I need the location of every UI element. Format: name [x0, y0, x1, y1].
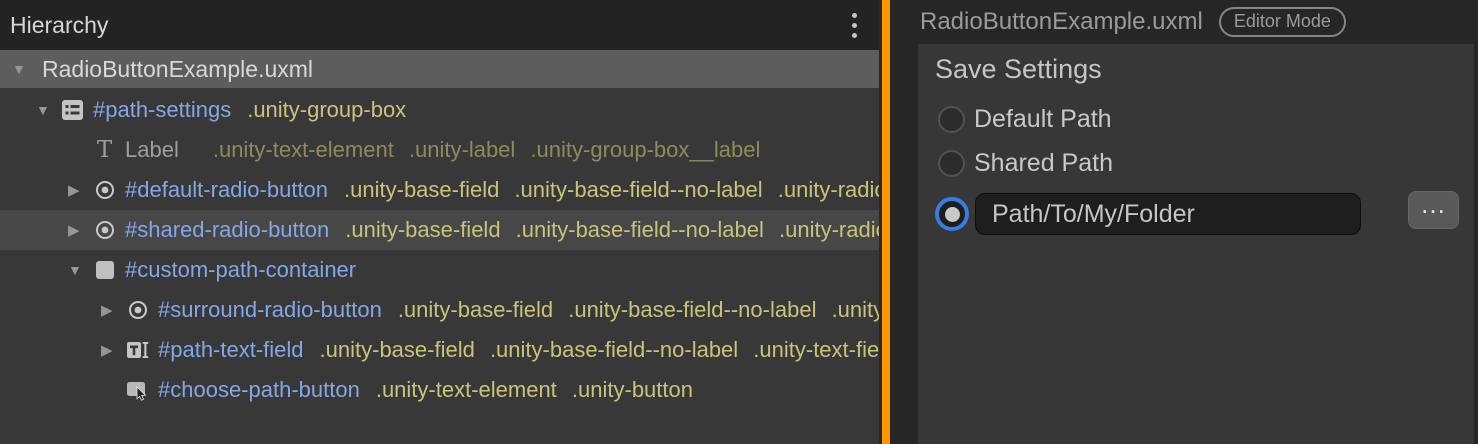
element-classes: .unity-base-field .unity-base-field--no-… [398, 297, 879, 323]
preview-panel: RadioButtonExample.uxml Editor Mode Save… [890, 0, 1478, 444]
preview-header: RadioButtonExample.uxml Editor Mode [890, 0, 1478, 44]
chevron-right-icon[interactable]: ▶ [68, 221, 92, 239]
element-name: #default-radio-button [125, 177, 328, 203]
save-settings-heading: Save Settings [935, 54, 1102, 85]
radio-unchecked-icon[interactable] [938, 150, 965, 177]
editor-mode-badge: Editor Mode [1219, 7, 1346, 37]
hierarchy-tree: ▼ #path-settings .unity-group-box T Labe… [0, 88, 879, 410]
chevron-right-icon[interactable]: ▶ [101, 341, 125, 359]
group-box-icon [60, 98, 85, 122]
chevron-down-icon[interactable]: ▼ [36, 102, 60, 118]
radio-unchecked-icon[interactable] [938, 106, 965, 133]
visual-element-icon [92, 258, 117, 282]
element-classes: .unity-text-element .unity-button [376, 377, 693, 403]
custom-path-option [918, 193, 1361, 235]
path-input[interactable] [975, 193, 1361, 235]
panel-splitter[interactable] [882, 0, 890, 444]
tree-item-surround-radio-button[interactable]: ▶ #surround-radio-button .unity-base-fie… [0, 290, 879, 330]
element-name: #path-text-field [158, 337, 304, 363]
tree-root-label: RadioButtonExample.uxml [42, 56, 313, 83]
chevron-down-icon[interactable]: ▼ [68, 262, 92, 278]
hierarchy-panel: Hierarchy ▼ RadioButtonExample.uxml ▼ #p… [0, 0, 882, 444]
design-canvas: Save Settings Default Path Shared Path .… [918, 44, 1474, 444]
tree-item-custom-path-container[interactable]: ▼ #custom-path-container [0, 250, 879, 290]
element-name: #choose-path-button [158, 377, 360, 403]
radio-button-icon [125, 298, 150, 322]
tree-item-choose-path-button[interactable]: #choose-path-button .unity-text-element … [0, 370, 879, 410]
element-classes: .unity-base-field .unity-base-field--no-… [344, 177, 879, 203]
browse-button[interactable]: ... [1408, 191, 1459, 229]
radio-button-icon [92, 178, 117, 202]
element-classes: .unity-text-element .unity-label .unity-… [213, 137, 761, 163]
chevron-down-icon[interactable]: ▼ [12, 61, 36, 77]
element-classes: .unity-group-box [247, 97, 406, 123]
tree-item-label[interactable]: T Label .unity-text-element .unity-label… [0, 130, 879, 170]
radio-label[interactable]: Default Path [974, 105, 1112, 134]
tree-item-path-settings[interactable]: ▼ #path-settings .unity-group-box [0, 90, 879, 130]
element-classes: .unity-base-field .unity-base-field--no-… [345, 217, 879, 243]
tree-item-root-uxml[interactable]: ▼ RadioButtonExample.uxml [0, 50, 879, 88]
kebab-menu-icon[interactable] [846, 9, 863, 42]
hierarchy-header: Hierarchy [0, 0, 879, 50]
element-name: #shared-radio-button [125, 217, 329, 243]
default-path-option: Default Path [918, 105, 1112, 134]
tree-item-shared-radio-button[interactable]: ▶ #shared-radio-button .unity-base-field… [0, 210, 879, 250]
radio-checked-icon[interactable] [935, 197, 969, 231]
button-icon [125, 378, 150, 402]
document-title: RadioButtonExample.uxml [920, 8, 1203, 36]
text-field-icon [125, 338, 150, 362]
element-classes: .unity-base-field .unity-base-field--no-… [320, 337, 879, 363]
hierarchy-title: Hierarchy [10, 12, 108, 39]
tree-item-default-radio-button[interactable]: ▶ #default-radio-button .unity-base-fiel… [0, 170, 879, 210]
tree-item-path-text-field[interactable]: ▶ #path-text-field .unity-base-field .un… [0, 330, 879, 370]
label-icon: T [92, 138, 117, 162]
element-name: #surround-radio-button [158, 297, 382, 323]
element-name: #path-settings [93, 97, 231, 123]
browse-button-label: ... [1421, 191, 1446, 217]
element-name: #custom-path-container [125, 257, 356, 283]
radio-button-icon [92, 218, 117, 242]
element-name: Label [125, 137, 179, 163]
radio-label[interactable]: Shared Path [974, 149, 1113, 178]
chevron-right-icon[interactable]: ▶ [101, 301, 125, 319]
shared-path-option: Shared Path [918, 149, 1113, 178]
chevron-right-icon[interactable]: ▶ [68, 181, 92, 199]
